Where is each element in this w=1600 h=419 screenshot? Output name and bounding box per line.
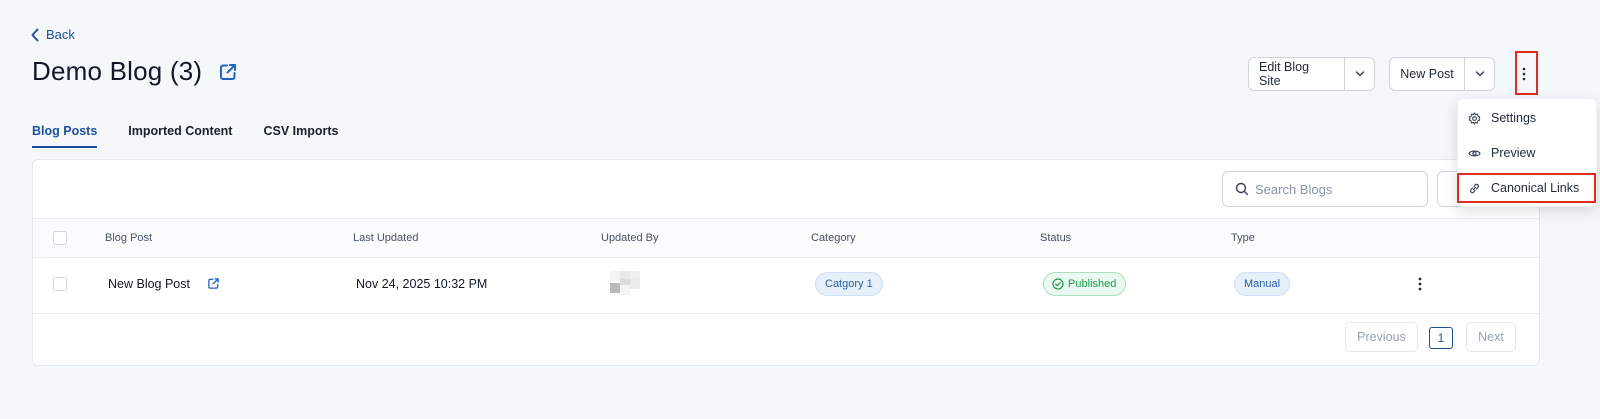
check-circle-icon [1052,278,1064,290]
new-post-dropdown[interactable] [1464,58,1494,90]
status-label: Published [1068,278,1117,290]
page-number-button[interactable]: 1 [1429,327,1453,349]
back-label: Back [46,27,75,42]
new-post-group: New Post [1389,57,1495,91]
updated-by-avatar [600,271,660,297]
more-vertical-icon [1418,277,1422,291]
divider [33,313,1539,314]
tab-csv-imports[interactable]: CSV Imports [263,124,338,148]
divider [33,257,1539,258]
tab-bar: Blog Posts Imported Content CSV Imports [32,124,338,148]
column-header-category: Category [811,232,856,244]
highlight-box [1457,173,1596,203]
external-link-icon[interactable] [207,277,220,290]
title-row: Demo Blog (3) [32,56,238,87]
back-link[interactable]: Back [30,27,75,42]
next-page-button[interactable]: Next [1466,322,1516,352]
search-icon [1235,182,1249,196]
chevron-down-icon [1355,71,1364,77]
external-link-icon[interactable] [218,62,238,82]
edit-blog-site-dropdown[interactable] [1344,58,1374,90]
edit-blog-site-button[interactable]: Edit Blog Site [1249,58,1344,90]
menu-item-label: Preview [1491,146,1536,160]
blog-post-title-link[interactable]: New Blog Post [108,277,190,291]
menu-item-preview[interactable]: Preview [1468,146,1535,160]
menu-item-label: Settings [1491,111,1537,125]
eye-icon [1468,150,1481,156]
column-header-last-updated: Last Updated [353,232,419,244]
column-header-updated-by: Updated By [601,232,659,244]
menu-item-settings[interactable]: Settings [1468,111,1536,125]
chevron-down-icon [1475,71,1484,77]
chevron-left-icon [31,28,39,41]
gear-icon [1468,111,1481,125]
column-header-blog-post: Blog Post [105,232,153,244]
select-all-checkbox[interactable] [53,231,67,245]
search-input[interactable] [1255,181,1425,197]
previous-page-button[interactable]: Previous [1345,322,1418,352]
page-title: Demo Blog (3) [32,56,203,86]
category-badge: Catgory 1 [815,272,883,296]
column-header-type: Type [1231,232,1255,244]
tab-imported-content[interactable]: Imported Content [128,124,232,148]
highlight-box [1515,51,1538,95]
type-badge: Manual [1234,272,1291,296]
row-actions-button[interactable] [1416,277,1424,291]
row-checkbox[interactable] [53,277,67,291]
search-box [1222,171,1428,207]
new-post-button[interactable]: New Post [1390,58,1464,90]
tab-blog-posts[interactable]: Blog Posts [32,124,98,148]
last-updated-value: Nov 24, 2025 10:32 PM [356,277,488,291]
column-header-status: Status [1040,232,1072,244]
status-badge: Published [1043,272,1127,296]
table-header [33,219,1539,257]
edit-blog-site-group: Edit Blog Site [1248,57,1375,91]
